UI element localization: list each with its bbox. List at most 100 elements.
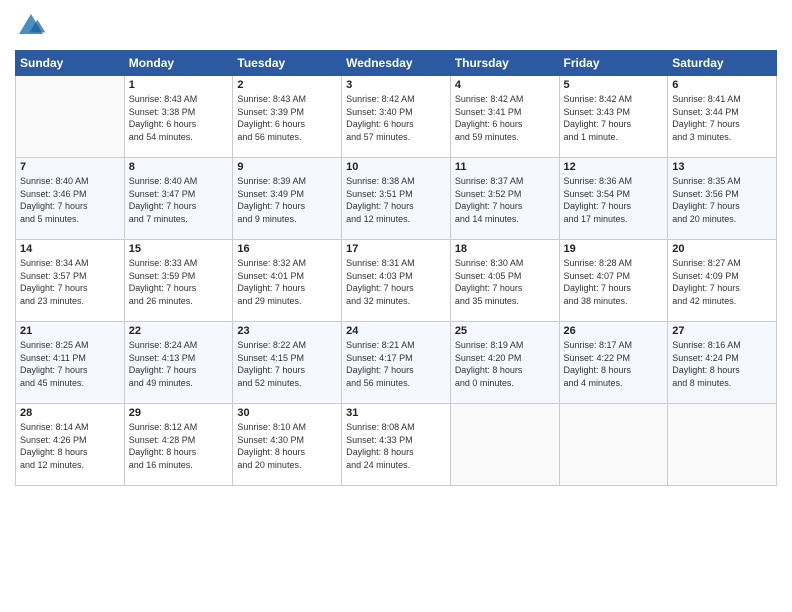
day-info: Sunrise: 8:24 AM Sunset: 4:13 PM Dayligh… <box>129 339 229 389</box>
weekday-header-tuesday: Tuesday <box>233 51 342 76</box>
day-number: 19 <box>564 243 664 255</box>
calendar-cell: 11 Sunrise: 8:37 AM Sunset: 3:52 PM Dayli… <box>450 158 559 240</box>
day-number: 30 <box>237 407 337 419</box>
day-info: Sunrise: 8:30 AM Sunset: 4:05 PM Dayligh… <box>455 257 555 307</box>
day-info: Sunrise: 8:16 AM Sunset: 4:24 PM Dayligh… <box>672 339 772 389</box>
calendar-cell <box>16 76 125 158</box>
calendar-cell: 4Sunrise: 8:42 AM Sunset: 3:41 PM Daylig… <box>450 76 559 158</box>
day-info: Sunrise: 8:14 AM Sunset: 4:26 PM Dayligh… <box>20 421 120 471</box>
calendar-cell: 5 Sunrise: 8:42 AM Sunset: 3:43 PM Daylig… <box>559 76 668 158</box>
calendar-cell: 24 Sunrise: 8:21 AM Sunset: 4:17 PM Dayli… <box>342 322 451 404</box>
day-number: 28 <box>20 407 120 419</box>
page: SundayMondayTuesdayWednesdayThursdayFrid… <box>0 0 792 612</box>
day-info: Sunrise: 8:37 AM Sunset: 3:52 PM Dayligh… <box>455 175 555 225</box>
calendar-table: SundayMondayTuesdayWednesdayThursdayFrid… <box>15 50 777 486</box>
calendar-cell: 28 Sunrise: 8:14 AM Sunset: 4:26 PM Dayli… <box>16 404 125 486</box>
weekday-header-saturday: Saturday <box>668 51 777 76</box>
day-info: Sunrise: 8:12 AM Sunset: 4:28 PM Dayligh… <box>129 421 229 471</box>
calendar-cell: 1 Sunrise: 8:43 AM Sunset: 3:38 PM Daylig… <box>124 76 233 158</box>
day-number: 1 <box>129 79 229 91</box>
weekday-header-row: SundayMondayTuesdayWednesdayThursdayFrid… <box>16 51 777 76</box>
calendar-cell: 27 Sunrise: 8:16 AM Sunset: 4:24 PM Dayli… <box>668 322 777 404</box>
calendar-cell: 18Sunrise: 8:30 AM Sunset: 4:05 PM Dayli… <box>450 240 559 322</box>
day-number: 3 <box>346 79 446 91</box>
day-number: 4 <box>455 79 555 91</box>
week-row-5: 28 Sunrise: 8:14 AM Sunset: 4:26 PM Dayli… <box>16 404 777 486</box>
day-number: 2 <box>237 79 337 91</box>
calendar-cell: 25 Sunrise: 8:19 AM Sunset: 4:20 PM Dayli… <box>450 322 559 404</box>
day-info: Sunrise: 8:25 AM Sunset: 4:11 PM Dayligh… <box>20 339 120 389</box>
weekday-header-sunday: Sunday <box>16 51 125 76</box>
calendar-cell: 14Sunrise: 8:34 AM Sunset: 3:57 PM Dayli… <box>16 240 125 322</box>
day-number: 23 <box>237 325 337 337</box>
calendar-cell: 9Sunrise: 8:39 AM Sunset: 3:49 PM Daylig… <box>233 158 342 240</box>
day-info: Sunrise: 8:31 AM Sunset: 4:03 PM Dayligh… <box>346 257 446 307</box>
day-info: Sunrise: 8:21 AM Sunset: 4:17 PM Dayligh… <box>346 339 446 389</box>
week-row-3: 14Sunrise: 8:34 AM Sunset: 3:57 PM Dayli… <box>16 240 777 322</box>
calendar-cell <box>559 404 668 486</box>
day-number: 9 <box>237 161 337 173</box>
day-number: 22 <box>129 325 229 337</box>
calendar-cell: 20Sunrise: 8:27 AM Sunset: 4:09 PM Dayli… <box>668 240 777 322</box>
week-row-2: 7 Sunrise: 8:40 AM Sunset: 3:46 PM Daylig… <box>16 158 777 240</box>
day-number: 10 <box>346 161 446 173</box>
day-info: Sunrise: 8:27 AM Sunset: 4:09 PM Dayligh… <box>672 257 772 307</box>
day-info: Sunrise: 8:43 AM Sunset: 3:39 PM Dayligh… <box>237 93 337 143</box>
day-number: 5 <box>564 79 664 91</box>
calendar-cell: 29 Sunrise: 8:12 AM Sunset: 4:28 PM Dayli… <box>124 404 233 486</box>
day-number: 14 <box>20 243 120 255</box>
calendar-cell: 13Sunrise: 8:35 AM Sunset: 3:56 PM Dayli… <box>668 158 777 240</box>
weekday-header-thursday: Thursday <box>450 51 559 76</box>
day-info: Sunrise: 8:38 AM Sunset: 3:51 PM Dayligh… <box>346 175 446 225</box>
day-number: 12 <box>564 161 664 173</box>
header <box>15 10 777 42</box>
week-row-1: 1 Sunrise: 8:43 AM Sunset: 3:38 PM Daylig… <box>16 76 777 158</box>
day-number: 17 <box>346 243 446 255</box>
day-number: 29 <box>129 407 229 419</box>
day-info: Sunrise: 8:08 AM Sunset: 4:33 PM Dayligh… <box>346 421 446 471</box>
calendar-cell: 2 Sunrise: 8:43 AM Sunset: 3:39 PM Daylig… <box>233 76 342 158</box>
day-number: 25 <box>455 325 555 337</box>
day-number: 27 <box>672 325 772 337</box>
day-number: 11 <box>455 161 555 173</box>
calendar-cell: 21 Sunrise: 8:25 AM Sunset: 4:11 PM Dayli… <box>16 322 125 404</box>
day-info: Sunrise: 8:19 AM Sunset: 4:20 PM Dayligh… <box>455 339 555 389</box>
day-info: Sunrise: 8:42 AM Sunset: 3:40 PM Dayligh… <box>346 93 446 143</box>
day-number: 15 <box>129 243 229 255</box>
day-number: 24 <box>346 325 446 337</box>
day-info: Sunrise: 8:41 AM Sunset: 3:44 PM Dayligh… <box>672 93 772 143</box>
day-number: 21 <box>20 325 120 337</box>
day-info: Sunrise: 8:42 AM Sunset: 3:43 PM Dayligh… <box>564 93 664 143</box>
calendar-cell: 26 Sunrise: 8:17 AM Sunset: 4:22 PM Dayli… <box>559 322 668 404</box>
weekday-header-wednesday: Wednesday <box>342 51 451 76</box>
day-number: 31 <box>346 407 446 419</box>
calendar-cell: 22 Sunrise: 8:24 AM Sunset: 4:13 PM Dayli… <box>124 322 233 404</box>
day-info: Sunrise: 8:10 AM Sunset: 4:30 PM Dayligh… <box>237 421 337 471</box>
day-info: Sunrise: 8:28 AM Sunset: 4:07 PM Dayligh… <box>564 257 664 307</box>
weekday-header-friday: Friday <box>559 51 668 76</box>
calendar-cell: 10 Sunrise: 8:38 AM Sunset: 3:51 PM Dayli… <box>342 158 451 240</box>
calendar-cell: 23Sunrise: 8:22 AM Sunset: 4:15 PM Dayli… <box>233 322 342 404</box>
day-info: Sunrise: 8:17 AM Sunset: 4:22 PM Dayligh… <box>564 339 664 389</box>
calendar-cell <box>450 404 559 486</box>
calendar-cell: 30 Sunrise: 8:10 AM Sunset: 4:30 PM Dayli… <box>233 404 342 486</box>
day-info: Sunrise: 8:43 AM Sunset: 3:38 PM Dayligh… <box>129 93 229 143</box>
calendar-cell: 15 Sunrise: 8:33 AM Sunset: 3:59 PM Dayli… <box>124 240 233 322</box>
day-number: 7 <box>20 161 120 173</box>
logo-icon <box>15 10 47 42</box>
calendar-cell: 19 Sunrise: 8:28 AM Sunset: 4:07 PM Dayli… <box>559 240 668 322</box>
calendar-cell: 12Sunrise: 8:36 AM Sunset: 3:54 PM Dayli… <box>559 158 668 240</box>
calendar-cell: 3 Sunrise: 8:42 AM Sunset: 3:40 PM Daylig… <box>342 76 451 158</box>
logo <box>15 10 51 42</box>
day-info: Sunrise: 8:33 AM Sunset: 3:59 PM Dayligh… <box>129 257 229 307</box>
calendar-cell: 7 Sunrise: 8:40 AM Sunset: 3:46 PM Daylig… <box>16 158 125 240</box>
day-number: 16 <box>237 243 337 255</box>
day-number: 6 <box>672 79 772 91</box>
day-info: Sunrise: 8:32 AM Sunset: 4:01 PM Dayligh… <box>237 257 337 307</box>
calendar-cell <box>668 404 777 486</box>
weekday-header-monday: Monday <box>124 51 233 76</box>
calendar-cell: 17 Sunrise: 8:31 AM Sunset: 4:03 PM Dayli… <box>342 240 451 322</box>
calendar-cell: 6 Sunrise: 8:41 AM Sunset: 3:44 PM Daylig… <box>668 76 777 158</box>
day-info: Sunrise: 8:40 AM Sunset: 3:46 PM Dayligh… <box>20 175 120 225</box>
day-number: 26 <box>564 325 664 337</box>
